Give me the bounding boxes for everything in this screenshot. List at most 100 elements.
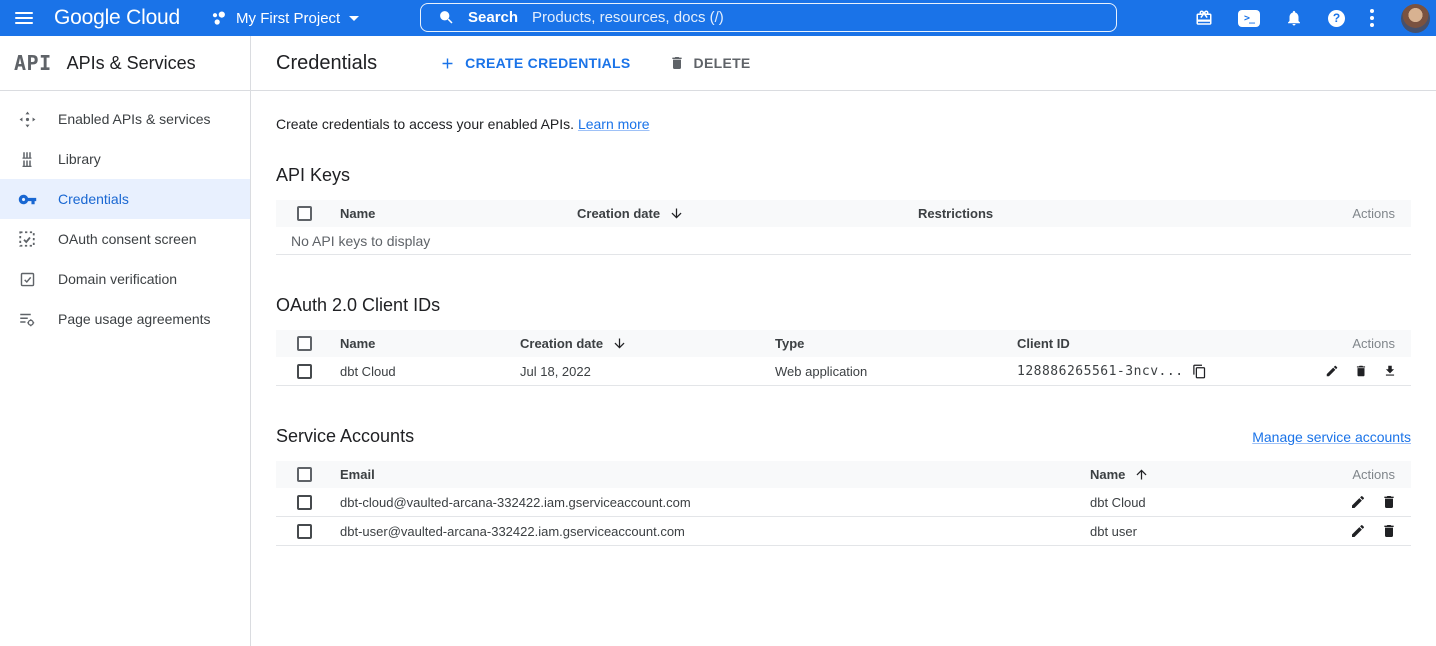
sidebar-item-label: Enabled APIs & services [58, 111, 211, 127]
table-row: dbt Cloud Jul 18, 2022 Web application 1… [276, 357, 1411, 386]
row-checkbox[interactable] [297, 364, 312, 379]
page-header: Credentials CREATE CREDENTIALS DELETE [251, 36, 1436, 91]
api-keys-table-header: Name Creation date Restrictions Actions [276, 200, 1411, 227]
column-header-actions: Actions [1325, 206, 1411, 221]
top-bar: Google Cloud My First Project Search Pro… [0, 0, 1436, 36]
domain-verification-icon [17, 269, 37, 289]
search-label: Search [468, 9, 518, 26]
sort-desc-icon [669, 206, 684, 221]
key-icon [17, 189, 37, 209]
service-account-name: dbt user [1090, 524, 1339, 539]
project-name: My First Project [236, 10, 340, 27]
copy-icon[interactable] [1192, 364, 1207, 379]
column-header-client-id[interactable]: Client ID [1017, 336, 1325, 351]
sidebar: API APIs & Services Enabled APIs & servi… [0, 36, 251, 646]
table-row: dbt-user@vaulted-arcana-332422.iam.gserv… [276, 517, 1411, 546]
delete-trash-icon[interactable] [1354, 363, 1368, 379]
delete-trash-icon[interactable] [1381, 523, 1397, 539]
sidebar-header: API APIs & Services [0, 36, 250, 91]
enabled-apis-icon [17, 109, 37, 129]
select-all-checkbox[interactable] [297, 336, 312, 351]
cloud-shell-icon[interactable]: >_ [1238, 10, 1260, 27]
hamburger-menu-icon[interactable] [0, 0, 48, 36]
select-all-checkbox[interactable] [297, 467, 312, 482]
edit-pencil-icon[interactable] [1350, 494, 1366, 510]
oauth-client-name: dbt Cloud [340, 364, 520, 379]
row-checkbox[interactable] [297, 495, 312, 510]
column-header-name[interactable]: Name [340, 206, 577, 221]
select-all-checkbox[interactable] [297, 206, 312, 221]
sidebar-nav: Enabled APIs & services Library Credenti… [0, 91, 250, 339]
kebab-menu-icon[interactable] [1370, 9, 1374, 27]
column-header-name[interactable]: Name [340, 336, 520, 351]
google-cloud-logo[interactable]: Google Cloud [54, 6, 180, 30]
sidebar-item-label: Domain verification [58, 271, 177, 287]
service-accounts-title: Service Accounts [276, 426, 414, 447]
column-header-actions: Actions [1339, 467, 1411, 482]
edit-pencil-icon[interactable] [1325, 363, 1339, 379]
google-cloud-console: Google Cloud My First Project Search Pro… [0, 0, 1436, 646]
api-keys-empty-message: No API keys to display [276, 227, 1411, 255]
search-icon [438, 9, 455, 26]
notifications-bell-icon[interactable] [1285, 9, 1303, 27]
search-placeholder: Products, resources, docs (/) [532, 9, 724, 26]
gift-icon[interactable] [1195, 9, 1213, 27]
download-icon[interactable] [1383, 363, 1397, 379]
service-accounts-table-header: Email Name Actions [276, 461, 1411, 488]
sort-desc-icon [612, 336, 627, 351]
service-accounts-table: Email Name Actions dbt-cloud@vaulted-arc… [276, 461, 1411, 546]
sidebar-item-label: Page usage agreements [58, 311, 211, 327]
project-icon [210, 10, 227, 27]
topbar-actions: >_ ? [1195, 0, 1430, 36]
delete-trash-icon [669, 55, 685, 71]
plus-icon [439, 55, 456, 72]
sidebar-item-label: Library [58, 151, 101, 167]
sort-asc-icon [1134, 467, 1149, 482]
sidebar-item-enabled-apis[interactable]: Enabled APIs & services [0, 99, 250, 139]
oauth-client-id: 128886265561-3ncv... [1017, 364, 1325, 379]
delete-trash-icon[interactable] [1381, 494, 1397, 510]
service-accounts-header-row: Service Accounts Manage service accounts [276, 426, 1411, 447]
delete-button[interactable]: DELETE [669, 55, 751, 71]
create-credentials-button[interactable]: CREATE CREDENTIALS [439, 55, 630, 72]
search-input[interactable]: Search Products, resources, docs (/) [420, 3, 1117, 32]
api-section-icon: API [14, 51, 52, 75]
oauth-clients-title: OAuth 2.0 Client IDs [276, 295, 1411, 316]
content-body: Create credentials to access your enable… [251, 116, 1436, 546]
page-title: Credentials [276, 52, 377, 75]
api-keys-title: API Keys [276, 165, 1411, 186]
sidebar-item-page-usage[interactable]: Page usage agreements [0, 299, 250, 339]
column-header-name[interactable]: Name [1090, 467, 1339, 482]
service-account-email: dbt-user@vaulted-arcana-332422.iam.gserv… [340, 524, 1090, 539]
column-header-restrictions[interactable]: Restrictions [918, 206, 1325, 221]
manage-service-accounts-link[interactable]: Manage service accounts [1252, 429, 1411, 445]
intro-text: Create credentials to access your enable… [276, 116, 1411, 132]
help-icon[interactable]: ? [1328, 10, 1345, 27]
column-header-actions: Actions [1325, 336, 1411, 351]
oauth-clients-table: Name Creation date Type Client ID Action… [276, 330, 1411, 386]
service-account-name: dbt Cloud [1090, 495, 1339, 510]
learn-more-link[interactable]: Learn more [578, 116, 650, 132]
sidebar-item-library[interactable]: Library [0, 139, 250, 179]
page-usage-icon [17, 309, 37, 329]
column-header-creation-date[interactable]: Creation date [577, 206, 918, 221]
sidebar-title: APIs & Services [67, 53, 196, 74]
sidebar-item-label: OAuth consent screen [58, 231, 197, 247]
oauth-table-header: Name Creation date Type Client ID Action… [276, 330, 1411, 357]
api-keys-table: Name Creation date Restrictions Actions … [276, 200, 1411, 255]
column-header-email[interactable]: Email [340, 467, 1090, 482]
column-header-creation-date[interactable]: Creation date [520, 336, 775, 351]
main-content: Credentials CREATE CREDENTIALS DELETE Cr… [251, 36, 1436, 646]
column-header-type[interactable]: Type [775, 336, 1017, 351]
library-icon [17, 149, 37, 169]
project-selector[interactable]: My First Project [210, 10, 359, 27]
oauth-client-creation-date: Jul 18, 2022 [520, 364, 775, 379]
edit-pencil-icon[interactable] [1350, 523, 1366, 539]
row-checkbox[interactable] [297, 524, 312, 539]
sidebar-item-credentials[interactable]: Credentials [0, 179, 250, 219]
avatar[interactable] [1401, 4, 1430, 33]
sidebar-item-oauth-consent[interactable]: OAuth consent screen [0, 219, 250, 259]
sidebar-item-domain-verification[interactable]: Domain verification [0, 259, 250, 299]
table-row: dbt-cloud@vaulted-arcana-332422.iam.gser… [276, 488, 1411, 517]
sidebar-item-label: Credentials [58, 191, 129, 207]
